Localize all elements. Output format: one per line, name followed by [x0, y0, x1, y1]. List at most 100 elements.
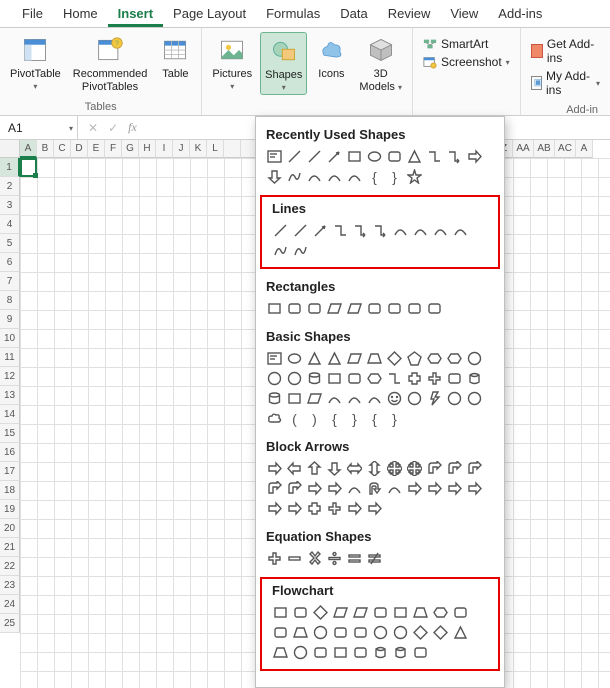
shape-hex[interactable] — [446, 350, 463, 367]
shape-curve[interactable] — [392, 222, 409, 239]
shape-rarrow[interactable] — [406, 480, 423, 497]
shape-rarrow[interactable] — [466, 480, 483, 497]
shape-trap[interactable] — [366, 350, 383, 367]
shape-circle[interactable] — [392, 624, 409, 641]
shape-roundrect[interactable] — [426, 300, 443, 317]
row-header[interactable]: 7 — [0, 272, 20, 291]
row-header[interactable]: 15 — [0, 424, 20, 443]
shape-parallelo[interactable] — [352, 604, 369, 621]
shape-roundrect[interactable] — [372, 604, 389, 621]
shape-roundrect[interactable] — [446, 370, 463, 387]
shape-elbowarr[interactable] — [446, 148, 463, 165]
shape-plus[interactable] — [426, 370, 443, 387]
shape-elbow[interactable] — [426, 148, 443, 165]
shape-roundrect[interactable] — [346, 370, 363, 387]
row-header[interactable]: 14 — [0, 405, 20, 424]
shape-roundrect[interactable] — [406, 300, 423, 317]
shape-circle[interactable] — [406, 390, 423, 407]
shape-rarrow[interactable] — [466, 148, 483, 165]
shape-line[interactable] — [286, 148, 303, 165]
shape-tri[interactable] — [452, 624, 469, 641]
shape-circle[interactable] — [292, 644, 309, 661]
shape-parallelo[interactable] — [306, 390, 323, 407]
shape-rect[interactable] — [266, 300, 283, 317]
shape-rarrow[interactable] — [346, 500, 363, 517]
shape-u:{[interactable]: { — [366, 168, 383, 185]
row-header[interactable]: 17 — [0, 462, 20, 481]
shape-freeform[interactable] — [286, 168, 303, 185]
shape-curve[interactable] — [346, 480, 363, 497]
row-header[interactable]: 5 — [0, 234, 20, 253]
shape-u:)[interactable]: ) — [306, 410, 323, 427]
tab-page-layout[interactable]: Page Layout — [163, 2, 256, 27]
shape-curve[interactable] — [306, 168, 323, 185]
column-header[interactable]: AB — [534, 140, 555, 158]
shape-ud[interactable] — [366, 460, 383, 477]
shape-parallelo[interactable] — [332, 604, 349, 621]
shape-u:}[interactable]: } — [386, 410, 403, 427]
shape-rect[interactable] — [326, 370, 343, 387]
column-header[interactable]: I — [156, 140, 173, 158]
row-header[interactable]: 8 — [0, 291, 20, 310]
shape-diamond[interactable] — [412, 624, 429, 641]
shape-rarrow[interactable] — [286, 500, 303, 517]
icons-button[interactable]: Icons — [311, 32, 351, 83]
shape-curve[interactable] — [326, 168, 343, 185]
shape-rect[interactable] — [286, 390, 303, 407]
shape-roundrect[interactable] — [386, 148, 403, 165]
column-header[interactable]: A — [20, 140, 37, 158]
column-header[interactable]: L — [207, 140, 224, 158]
shape-tri[interactable] — [326, 350, 343, 367]
shape-u:{[interactable]: { — [326, 410, 343, 427]
shape-u:([interactable]: ( — [286, 410, 303, 427]
shape-circle[interactable] — [446, 390, 463, 407]
shape-roundrect[interactable] — [332, 624, 349, 641]
column-header[interactable]: J — [173, 140, 190, 158]
row-header[interactable]: 20 — [0, 519, 20, 538]
shape-uturn[interactable] — [366, 480, 383, 497]
shape-freeform[interactable] — [292, 242, 309, 259]
shape-can[interactable] — [306, 370, 323, 387]
row-header[interactable]: 12 — [0, 367, 20, 386]
shape-circle[interactable] — [286, 370, 303, 387]
column-header[interactable]: G — [122, 140, 139, 158]
shape-roundrect[interactable] — [352, 644, 369, 661]
shape-hex[interactable] — [432, 604, 449, 621]
shape-curve[interactable] — [326, 390, 343, 407]
shape-rarrow[interactable] — [326, 480, 343, 497]
column-header[interactable]: A — [576, 140, 593, 158]
shape-bent[interactable] — [466, 460, 483, 477]
row-header[interactable]: 13 — [0, 386, 20, 405]
shape-tri[interactable] — [306, 350, 323, 367]
shape-diamond[interactable] — [432, 624, 449, 641]
shape-quad[interactable] — [406, 460, 423, 477]
shape-rect[interactable] — [332, 644, 349, 661]
shape-rarrow[interactable] — [266, 500, 283, 517]
get-addins-button[interactable]: Get Add-ins — [529, 36, 602, 66]
shape-smile[interactable] — [386, 390, 403, 407]
shape-curve[interactable] — [412, 222, 429, 239]
shape-tri[interactable] — [406, 148, 423, 165]
row-header[interactable]: 11 — [0, 348, 20, 367]
shape-arrowline[interactable] — [312, 222, 329, 239]
shape-trap[interactable] — [412, 604, 429, 621]
smartart-button[interactable]: SmartArt — [421, 36, 512, 52]
row-header[interactable]: 21 — [0, 538, 20, 557]
shape-roundrect[interactable] — [352, 624, 369, 641]
fx-icon[interactable]: fx — [128, 120, 137, 135]
column-header[interactable]: D — [71, 140, 88, 158]
shape-circle[interactable] — [372, 624, 389, 641]
shape-u:}[interactable]: } — [346, 410, 363, 427]
shape-uarrow[interactable] — [306, 460, 323, 477]
3d-models-button[interactable]: 3D Models ▾ — [355, 32, 406, 95]
shape-u:{[interactable]: { — [366, 410, 383, 427]
row-header[interactable]: 6 — [0, 253, 20, 272]
shape-elbow[interactable] — [386, 370, 403, 387]
shape-line[interactable] — [292, 222, 309, 239]
shape-elbow[interactable] — [332, 222, 349, 239]
shape-pent[interactable] — [406, 350, 423, 367]
row-header[interactable]: 10 — [0, 329, 20, 348]
shape-curve[interactable] — [452, 222, 469, 239]
select-all-corner[interactable] — [0, 140, 20, 158]
shape-bent[interactable] — [266, 480, 283, 497]
